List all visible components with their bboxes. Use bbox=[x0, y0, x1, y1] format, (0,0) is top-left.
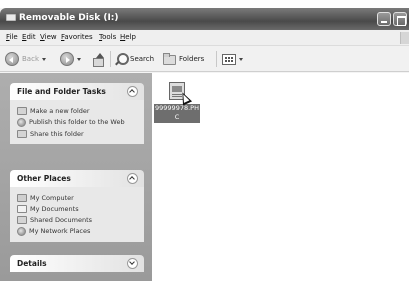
collapse-icon[interactable] bbox=[127, 86, 138, 97]
share-folder-icon bbox=[17, 130, 27, 138]
up-button[interactable] bbox=[92, 50, 105, 68]
panel-title: Other Places bbox=[17, 174, 71, 183]
toolbar-separator bbox=[216, 51, 217, 67]
globe-icon bbox=[17, 118, 26, 127]
details-panel: Details bbox=[10, 255, 144, 272]
menu-help[interactable]: Help bbox=[120, 33, 136, 41]
task-label: Make a new folder bbox=[30, 107, 90, 115]
file-folder-tasks-panel: File and Folder Tasks Make a new folder … bbox=[10, 83, 144, 144]
menu-favorites[interactable]: Favorites bbox=[61, 33, 93, 41]
search-icon bbox=[114, 52, 129, 66]
place-label: My Documents bbox=[30, 205, 79, 213]
menu-view[interactable]: View bbox=[40, 33, 57, 41]
network-icon bbox=[17, 227, 26, 236]
place-shared-documents[interactable]: Shared Documents bbox=[17, 216, 144, 224]
documents-icon bbox=[17, 205, 27, 213]
place-my-computer[interactable]: My Computer bbox=[17, 194, 144, 202]
computer-icon bbox=[17, 194, 27, 202]
menu-tools[interactable]: Tools bbox=[99, 33, 116, 41]
collapse-icon[interactable] bbox=[127, 173, 138, 184]
panel-title: Details bbox=[17, 259, 47, 268]
menu-edit[interactable]: Edit bbox=[22, 33, 36, 41]
toolbar-separator bbox=[110, 51, 111, 67]
windows-logo-icon bbox=[400, 32, 409, 44]
expand-icon[interactable] bbox=[127, 258, 138, 269]
place-my-network-places[interactable]: My Network Places bbox=[17, 227, 144, 236]
task-make-new-folder[interactable]: Make a new folder bbox=[17, 107, 144, 115]
chevron-down-icon bbox=[42, 57, 46, 61]
folder-up-icon bbox=[92, 52, 105, 67]
back-label: Back bbox=[22, 55, 39, 63]
file-name-label[interactable]: 99999978.PHC bbox=[154, 104, 200, 123]
search-label: Search bbox=[130, 55, 155, 63]
views-icon bbox=[222, 53, 236, 65]
maximize-button[interactable] bbox=[393, 12, 407, 26]
minimize-button[interactable] bbox=[377, 12, 391, 26]
views-button[interactable] bbox=[222, 50, 243, 68]
panel-header[interactable]: File and Folder Tasks bbox=[10, 83, 144, 100]
search-button[interactable]: Search bbox=[114, 50, 154, 68]
task-label: Publish this folder to the Web bbox=[29, 118, 125, 126]
folders-button[interactable]: Folders bbox=[162, 50, 204, 68]
title-bar[interactable]: Removable Disk (I:) bbox=[0, 8, 409, 30]
explorer-window: Removable Disk (I:) File Edit View Favor… bbox=[0, 8, 409, 281]
forward-button[interactable] bbox=[60, 50, 81, 68]
drive-icon bbox=[6, 14, 16, 21]
other-places-panel: Other Places My Computer My Documents Sh… bbox=[10, 170, 144, 242]
chevron-down-icon bbox=[77, 57, 81, 61]
panel-header[interactable]: Details bbox=[10, 255, 144, 272]
window-title: Removable Disk (I:) bbox=[19, 13, 119, 23]
new-folder-icon bbox=[17, 107, 27, 115]
task-publish-folder[interactable]: Publish this folder to the Web bbox=[17, 118, 144, 127]
menu-file[interactable]: File bbox=[6, 33, 18, 41]
panel-title: File and Folder Tasks bbox=[17, 87, 106, 96]
shared-folder-icon bbox=[17, 216, 27, 224]
back-button[interactable]: Back bbox=[5, 50, 46, 68]
panel-body: My Computer My Documents Shared Document… bbox=[10, 187, 144, 242]
forward-arrow-icon bbox=[60, 52, 74, 66]
folders-icon bbox=[162, 53, 176, 65]
file-list-view[interactable]: 99999978.PHC bbox=[152, 73, 409, 281]
folders-label: Folders bbox=[179, 55, 205, 63]
place-label: My Network Places bbox=[29, 227, 91, 235]
place-my-documents[interactable]: My Documents bbox=[17, 205, 144, 213]
place-label: My Computer bbox=[30, 194, 74, 202]
panel-header[interactable]: Other Places bbox=[10, 170, 144, 187]
panel-body: Make a new folder Publish this folder to… bbox=[10, 100, 144, 144]
task-pane: File and Folder Tasks Make a new folder … bbox=[0, 73, 152, 281]
back-arrow-icon bbox=[5, 52, 19, 66]
task-share-folder[interactable]: Share this folder bbox=[17, 130, 144, 138]
chevron-down-icon bbox=[239, 57, 243, 61]
place-label: Shared Documents bbox=[30, 216, 93, 224]
task-label: Share this folder bbox=[30, 130, 84, 138]
toolbar: Back Search Folders bbox=[0, 46, 409, 72]
menu-bar: File Edit View Favorites Tools Help bbox=[0, 30, 409, 46]
